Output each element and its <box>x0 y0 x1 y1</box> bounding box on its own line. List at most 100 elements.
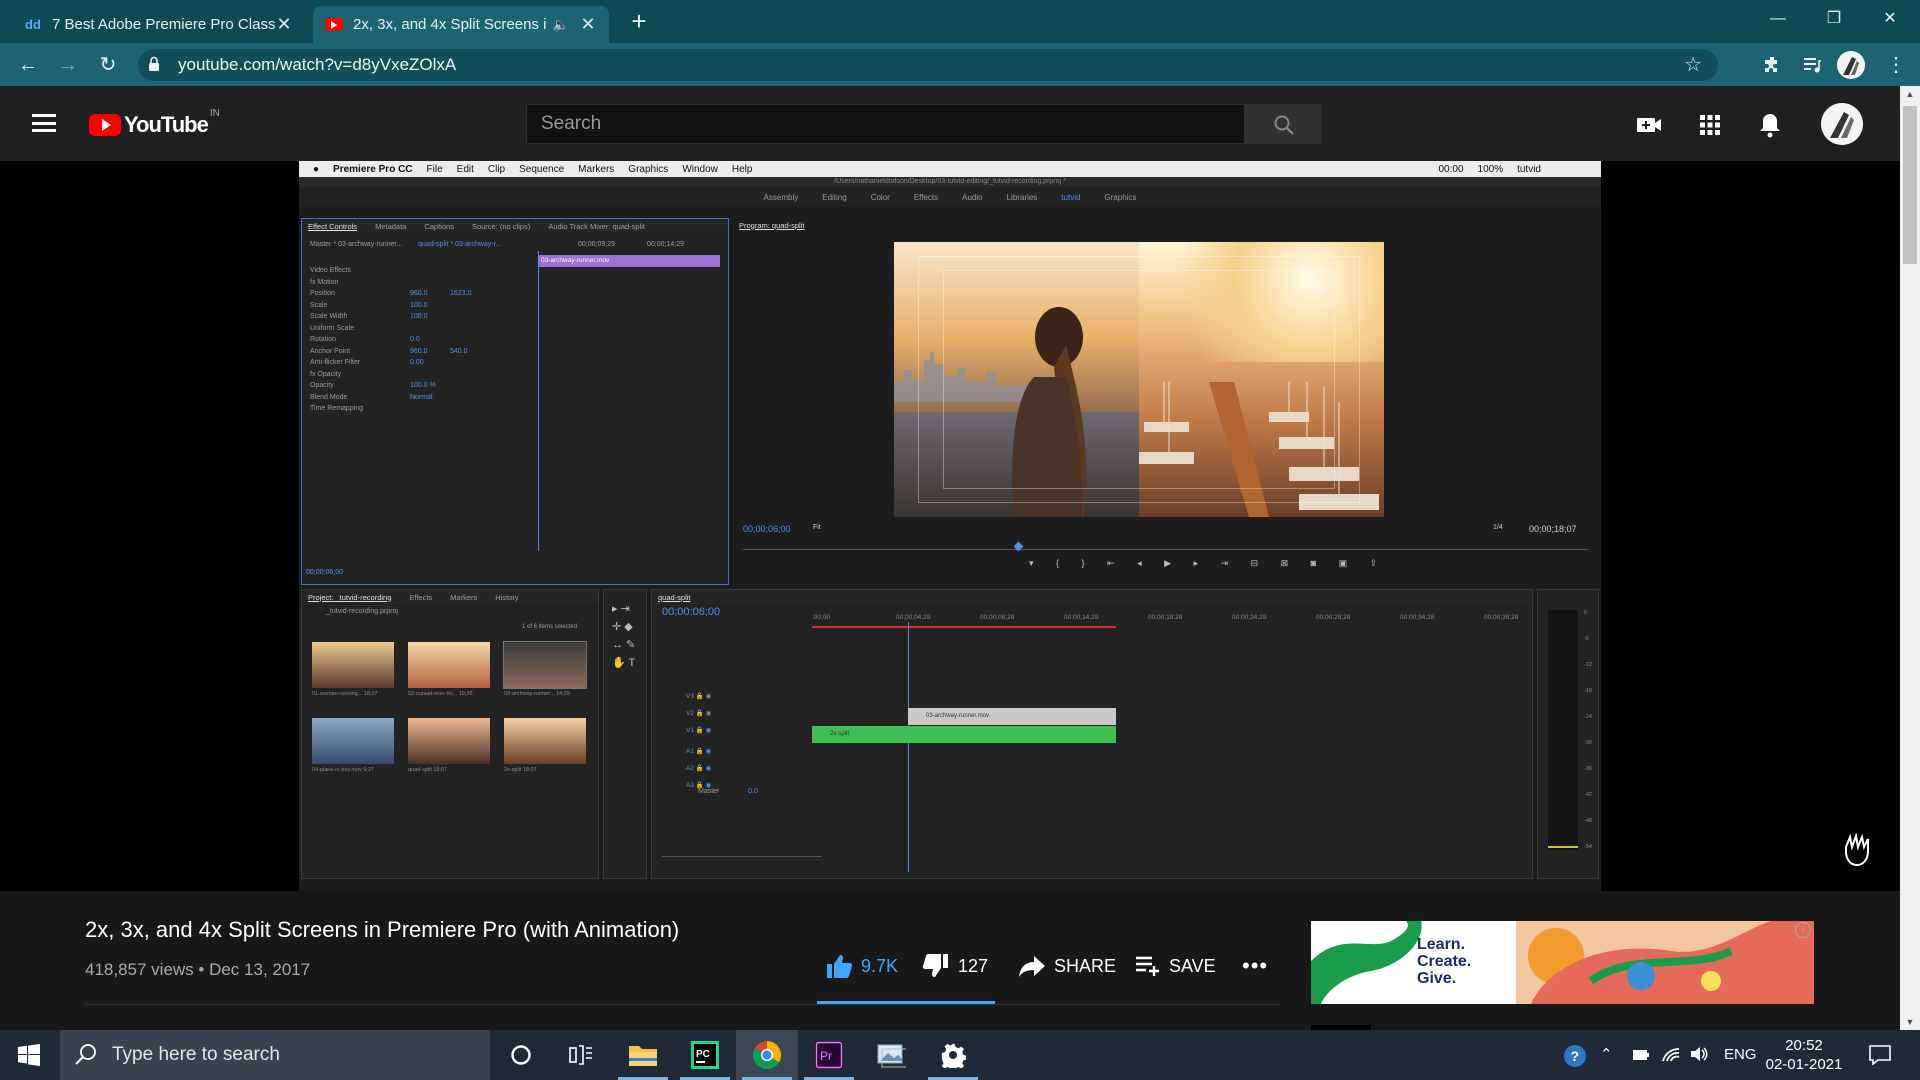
tab-close-icon[interactable]: ✕ <box>579 14 597 35</box>
project-item-thumbnail[interactable] <box>503 641 587 689</box>
action-center-icon[interactable] <box>1868 1044 1892 1066</box>
cortana-circle-icon <box>511 1045 531 1065</box>
project-item-thumbnail[interactable] <box>312 718 394 764</box>
share-button[interactable]: SHARE <box>1018 951 1116 981</box>
ec-property-row: fx Motion <box>310 279 410 289</box>
ec-property-value[interactable]: Normal <box>410 394 450 401</box>
ec-property-row: Time Remapping <box>310 405 410 415</box>
speaker-muted-icon[interactable]: 🔈 <box>553 17 569 33</box>
track-header[interactable]: V2 🔒 ◉ <box>686 709 711 719</box>
taskbar-search-input[interactable] <box>112 1044 472 1066</box>
search-icon <box>75 1044 96 1065</box>
project-item-thumbnail[interactable] <box>408 718 490 764</box>
save-button[interactable]: SAVE <box>1135 951 1216 981</box>
video-player[interactable]: ● Premiere Pro CC File Edit Clip Sequenc… <box>0 161 1900 891</box>
photo-app[interactable] <box>860 1030 922 1080</box>
scrollbar-thumb[interactable] <box>1903 106 1917 264</box>
chrome-menu-icon[interactable]: ⋮ <box>1880 49 1912 81</box>
close-window-button[interactable]: ✕ <box>1862 0 1918 38</box>
project-panel: Project: _tutvid-recording Effects Marke… <box>301 589 599 879</box>
ec-clip-bar: 03-archway-runner.mov <box>538 255 720 267</box>
track-header[interactable]: V3 🔒 ◉ <box>686 692 711 702</box>
ruler-tick-label: 00;00;14;29 <box>1064 614 1099 621</box>
taskbar-search[interactable] <box>60 1030 490 1080</box>
ec-property-value[interactable]: 540.0 <box>450 348 468 355</box>
lock-icon <box>149 56 159 71</box>
restore-button[interactable]: ❐ <box>1806 0 1862 38</box>
search-box[interactable] <box>526 104 1245 144</box>
search-input[interactable] <box>527 105 1244 143</box>
ec-property-label: Uniform Scale <box>310 324 354 332</box>
track-header[interactable]: A1 🔒 ◉ <box>686 747 711 757</box>
ec-property-value[interactable]: 960.0 <box>410 290 450 297</box>
volume-icon[interactable] <box>1689 1045 1709 1063</box>
profile-avatar[interactable] <box>1837 51 1865 79</box>
system-clock[interactable]: 20:52 02-01-2021 <box>1764 1036 1844 1074</box>
bookmark-star-icon[interactable]: ☆ <box>1684 49 1702 81</box>
wifi-icon[interactable] <box>1661 1045 1681 1063</box>
track-header[interactable]: A2 🔒 ◉ <box>686 764 711 774</box>
create-video-icon[interactable] <box>1634 110 1664 140</box>
ec-property-value[interactable]: 0.00 <box>410 359 450 366</box>
channel-watermark-icon[interactable] <box>1840 833 1876 869</box>
browser-tab-strip: dd 7 Best Adobe Premiere Pro Class ✕ 2x,… <box>0 0 1920 43</box>
media-queue-icon[interactable] <box>1796 49 1828 81</box>
scroll-up-arrow-icon[interactable]: ▲ <box>1900 86 1920 102</box>
ec-time-2: 00;00;14;29 <box>647 241 684 248</box>
file-explorer-app[interactable] <box>612 1030 674 1080</box>
start-button[interactable] <box>0 1030 58 1080</box>
guide-menu-icon[interactable] <box>32 114 56 132</box>
notifications-bell-icon[interactable] <box>1755 110 1785 140</box>
tab-project: Project: _tutvid-recording <box>308 592 392 602</box>
project-item-thumbnail[interactable] <box>408 642 490 688</box>
chrome-app[interactable] <box>736 1030 798 1080</box>
like-button[interactable]: 9.7K <box>825 951 898 981</box>
track-header[interactable]: V1 🔒 ◉ <box>686 726 711 736</box>
project-item-thumbnail[interactable] <box>504 718 586 764</box>
premiere-app[interactable]: Pr <box>798 1030 860 1080</box>
apps-grid-icon[interactable] <box>1695 110 1725 140</box>
ec-property-label: Rotation <box>310 336 337 343</box>
video-frame[interactable]: ● Premiere Pro CC File Edit Clip Sequenc… <box>299 161 1601 891</box>
ec-property-label: fx Motion <box>310 278 339 286</box>
cortana-button[interactable] <box>490 1030 552 1080</box>
ec-property-value[interactable]: 1623.0 <box>450 290 471 297</box>
settings-app[interactable] <box>922 1030 984 1080</box>
ec-property-row: Video Effects <box>310 267 410 277</box>
task-view-button[interactable] <box>550 1030 612 1080</box>
address-bar[interactable]: youtube.com/watch?v=d8yVxeZOlxA ☆ <box>138 49 1718 81</box>
battery-icon[interactable] <box>1632 1048 1650 1062</box>
page-scrollbar[interactable]: ▲ ▼ <box>1900 86 1920 1030</box>
help-icon[interactable]: ? <box>1562 1043 1588 1069</box>
ec-property-value[interactable]: 960.0 <box>410 348 450 355</box>
ec-property-value[interactable]: 100.0 % <box>410 382 450 389</box>
minimize-button[interactable]: — <box>1750 0 1806 38</box>
more-actions-button[interactable]: ••• <box>1242 951 1268 981</box>
reload-icon[interactable]: ↻ <box>92 49 124 81</box>
scroll-down-arrow-icon[interactable]: ▼ <box>1900 1014 1920 1030</box>
ec-property-value[interactable]: 100.0 <box>410 302 450 309</box>
youtube-logo[interactable]: YouTube IN <box>89 108 220 138</box>
share-label: SHARE <box>1054 955 1117 976</box>
ad-banner[interactable]: Learn. Create. Give. <box>1311 921 1814 1004</box>
forward-icon[interactable]: → <box>52 49 84 81</box>
browser-tab-youtube[interactable]: 2x, 3x, and 4x Split Screens in 🔈 ✕ <box>313 6 609 43</box>
account-avatar[interactable] <box>1821 103 1863 145</box>
back-icon[interactable]: ← <box>12 49 44 81</box>
search-button[interactable] <box>1244 104 1322 144</box>
ad-info-icon[interactable]: i <box>1795 922 1811 938</box>
ad-line-2: Create. <box>1417 953 1472 970</box>
tab-effects: Effects <box>409 592 433 602</box>
ec-property-value[interactable]: 100.0 <box>410 313 450 320</box>
youtube-favicon-icon <box>325 18 343 31</box>
browser-tab-adobe-classes[interactable]: dd 7 Best Adobe Premiere Pro Class ✕ <box>12 6 305 43</box>
ec-property-value[interactable]: 0.0 <box>410 336 450 343</box>
project-item-thumbnail[interactable] <box>312 642 394 688</box>
dislike-button[interactable]: 127 <box>922 951 988 981</box>
new-tab-button[interactable]: + <box>624 6 654 36</box>
show-hidden-icons[interactable]: ⌃ <box>1600 1030 1613 1080</box>
extensions-icon[interactable] <box>1756 49 1788 81</box>
input-language[interactable]: ENG <box>1724 1030 1757 1080</box>
tab-close-icon[interactable]: ✕ <box>275 14 293 35</box>
pycharm-app[interactable]: PC <box>674 1030 736 1080</box>
